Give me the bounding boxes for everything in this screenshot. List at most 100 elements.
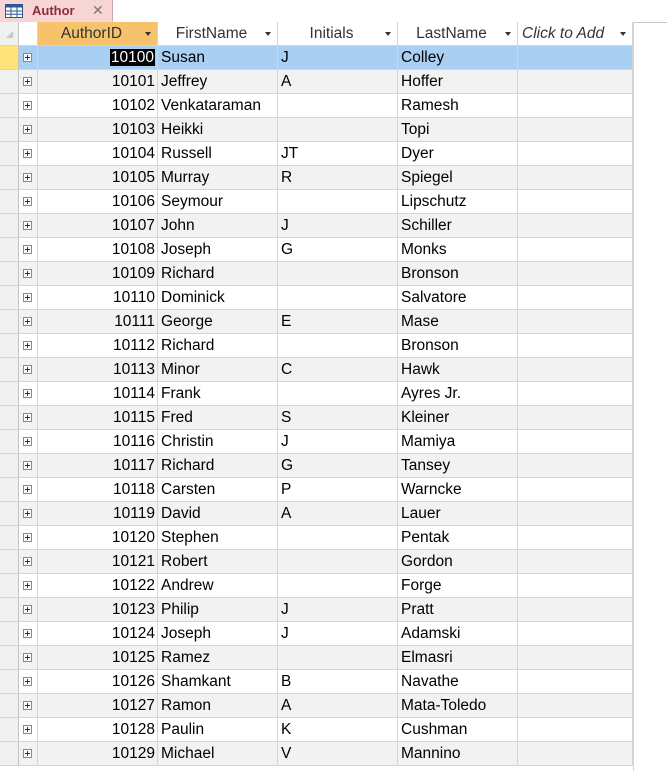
record-selector[interactable] [0, 694, 19, 718]
cell-firstname[interactable]: George [158, 310, 278, 334]
expand-plus-icon[interactable] [23, 413, 32, 422]
expand-cell[interactable] [19, 70, 38, 94]
column-header-initials[interactable]: Initials [278, 22, 398, 46]
cell-click-to-add[interactable] [518, 454, 633, 478]
table-row[interactable]: 10110 Dominick Salvatore [0, 286, 633, 310]
cell-initials[interactable]: A [278, 694, 398, 718]
cell-initials[interactable] [278, 550, 398, 574]
record-selector[interactable] [0, 166, 19, 190]
cell-lastname[interactable]: Dyer [398, 142, 518, 166]
record-selector[interactable] [0, 46, 19, 70]
cell-initials[interactable] [278, 286, 398, 310]
table-row[interactable]: 10102 Venkataraman Ramesh [0, 94, 633, 118]
cell-firstname[interactable]: Frank [158, 382, 278, 406]
table-row[interactable]: 10122 Andrew Forge [0, 574, 633, 598]
cell-click-to-add[interactable] [518, 46, 633, 70]
cell-authorid[interactable]: 10116 [38, 430, 158, 454]
dropdown-arrow-icon[interactable] [505, 32, 511, 36]
table-row[interactable]: 10123 Philip J Pratt [0, 598, 633, 622]
cell-authorid[interactable]: 10114 [38, 382, 158, 406]
record-selector[interactable] [0, 382, 19, 406]
record-selector[interactable] [0, 358, 19, 382]
record-selector[interactable] [0, 478, 19, 502]
cell-lastname[interactable]: Monks [398, 238, 518, 262]
expand-plus-icon[interactable] [23, 509, 32, 518]
expand-plus-icon[interactable] [23, 317, 32, 326]
select-all-corner[interactable] [0, 22, 19, 46]
record-selector[interactable] [0, 622, 19, 646]
expand-cell[interactable] [19, 262, 38, 286]
table-row[interactable]: 10119 David A Lauer [0, 502, 633, 526]
cell-initials[interactable]: B [278, 670, 398, 694]
cell-authorid[interactable]: 10128 [38, 718, 158, 742]
expand-plus-icon[interactable] [23, 677, 32, 686]
expand-plus-icon[interactable] [23, 221, 32, 230]
expand-cell[interactable] [19, 670, 38, 694]
expand-plus-icon[interactable] [23, 53, 32, 62]
cell-initials[interactable]: A [278, 70, 398, 94]
cell-authorid[interactable]: 10127 [38, 694, 158, 718]
table-row[interactable]: 10115 Fred S Kleiner [0, 406, 633, 430]
record-selector[interactable] [0, 646, 19, 670]
cell-initials[interactable]: G [278, 238, 398, 262]
expand-plus-icon[interactable] [23, 629, 32, 638]
dropdown-arrow-icon[interactable] [385, 32, 391, 36]
dropdown-arrow-icon[interactable] [265, 32, 271, 36]
record-selector[interactable] [0, 742, 19, 766]
cell-click-to-add[interactable] [518, 310, 633, 334]
cell-click-to-add[interactable] [518, 166, 633, 190]
record-selector[interactable] [0, 550, 19, 574]
cell-click-to-add[interactable] [518, 622, 633, 646]
expand-cell[interactable] [19, 430, 38, 454]
cell-authorid[interactable]: 10106 [38, 190, 158, 214]
expand-cell[interactable] [19, 454, 38, 478]
cell-firstname[interactable]: Joseph [158, 622, 278, 646]
cell-firstname[interactable]: Ramon [158, 694, 278, 718]
table-row[interactable]: 10116 Christin J Mamiya [0, 430, 633, 454]
expand-cell[interactable] [19, 646, 38, 670]
cell-click-to-add[interactable] [518, 646, 633, 670]
cell-lastname[interactable]: Kleiner [398, 406, 518, 430]
cell-authorid[interactable]: 10115 [38, 406, 158, 430]
expand-cell[interactable] [19, 598, 38, 622]
expand-plus-icon[interactable] [23, 77, 32, 86]
expand-cell[interactable] [19, 142, 38, 166]
expand-plus-icon[interactable] [23, 197, 32, 206]
cell-lastname[interactable]: Salvatore [398, 286, 518, 310]
cell-lastname[interactable]: Gordon [398, 550, 518, 574]
table-row[interactable]: 10127 Ramon A Mata-Toledo [0, 694, 633, 718]
cell-firstname[interactable]: Minor [158, 358, 278, 382]
cell-firstname[interactable]: Dominick [158, 286, 278, 310]
table-row[interactable]: 10126 Shamkant B Navathe [0, 670, 633, 694]
cell-firstname[interactable]: Richard [158, 262, 278, 286]
column-header-authorid[interactable]: AuthorID [38, 22, 158, 46]
cell-initials[interactable]: A [278, 502, 398, 526]
cell-lastname[interactable]: Spiegel [398, 166, 518, 190]
cell-lastname[interactable]: Tansey [398, 454, 518, 478]
expand-plus-icon[interactable] [23, 725, 32, 734]
cell-firstname[interactable]: Carsten [158, 478, 278, 502]
expand-cell[interactable] [19, 310, 38, 334]
cell-firstname[interactable]: Richard [158, 454, 278, 478]
expand-cell[interactable] [19, 406, 38, 430]
expand-plus-icon[interactable] [23, 269, 32, 278]
table-row[interactable]: 10112 Richard Bronson [0, 334, 633, 358]
expand-plus-icon[interactable] [23, 533, 32, 542]
cell-firstname[interactable]: Fred [158, 406, 278, 430]
table-row[interactable]: 10108 Joseph G Monks [0, 238, 633, 262]
record-selector[interactable] [0, 238, 19, 262]
record-selector[interactable] [0, 430, 19, 454]
cell-firstname[interactable]: Venkataraman [158, 94, 278, 118]
cell-authorid[interactable]: 10124 [38, 622, 158, 646]
cell-click-to-add[interactable] [518, 190, 633, 214]
record-selector[interactable] [0, 718, 19, 742]
cell-click-to-add[interactable] [518, 670, 633, 694]
cell-lastname[interactable]: Ramesh [398, 94, 518, 118]
record-selector[interactable] [0, 286, 19, 310]
table-row[interactable]: 10100 Susan J Colley [0, 46, 633, 70]
cell-initials[interactable] [278, 262, 398, 286]
record-selector[interactable] [0, 142, 19, 166]
cell-initials[interactable]: J [278, 430, 398, 454]
table-row[interactable]: 10103 Heikki Topi [0, 118, 633, 142]
cell-lastname[interactable]: Schiller [398, 214, 518, 238]
